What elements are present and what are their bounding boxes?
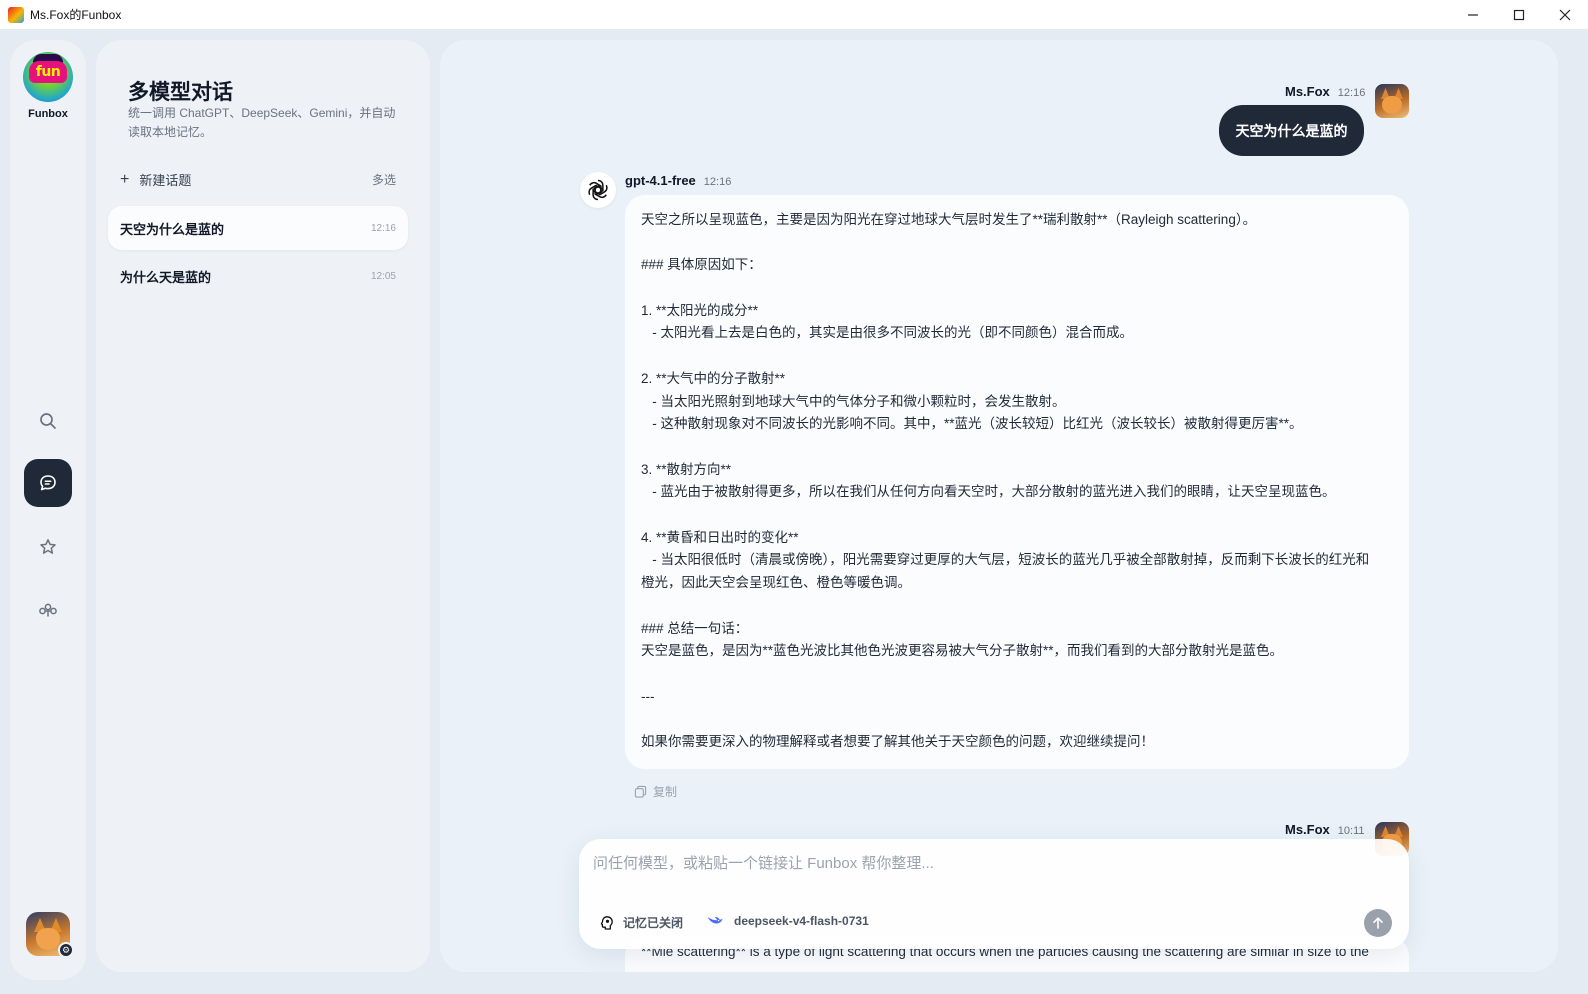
message-line	[641, 436, 1393, 459]
model-selector[interactable]: deepseek-v4-flash-0731	[706, 914, 869, 928]
multi-select-button[interactable]: 多选	[372, 171, 396, 188]
bot-message-bubble: 天空之所以呈现蓝色，主要是因为阳光在穿过地球大气层时发生了**瑞利散射**（Ra…	[625, 195, 1409, 769]
copy-label: 复制	[653, 785, 678, 799]
chat-nav-button[interactable]	[24, 459, 72, 507]
maximize-icon	[1513, 9, 1525, 21]
message-line: - 当太阳很低时（清晨或傍晚），阳光需要穿过更厚的大气层，短波长的蓝光几乎被全部…	[641, 552, 1370, 568]
window-title: Ms.Fox的Funbox	[30, 8, 122, 22]
message-line	[641, 232, 1393, 255]
message-line: - 当太阳光照射到地球大气中的气体分子和微小颗粒时，会发生散射。	[641, 393, 1066, 409]
minimize-button[interactable]	[1450, 0, 1496, 30]
conversation-time: 12:05	[370, 270, 396, 282]
model-name: gpt-4.1-free	[625, 173, 696, 188]
new-topic-button[interactable]: + 新建话题	[120, 170, 191, 189]
node-graph-icon	[39, 603, 57, 617]
minimize-icon	[1468, 14, 1478, 16]
user-avatar	[1375, 84, 1409, 118]
message-line: 4. **黄昏和日出时的变化**	[641, 529, 799, 545]
message-line	[641, 708, 1393, 731]
workflow-button[interactable]	[24, 587, 72, 635]
message-line: ---	[641, 688, 655, 704]
message-line	[641, 595, 1393, 618]
nav-rail: fun Funbox ⚙	[10, 40, 86, 980]
settings-gear-icon[interactable]: ⚙	[58, 942, 74, 958]
send-button[interactable]	[1364, 909, 1392, 937]
chat-panel: Ms.Fox 12:16 天空为什么是蓝的 gpt-4.1-free 12:16…	[440, 40, 1558, 972]
avatar-face	[1382, 96, 1402, 114]
deepseek-whale-icon	[707, 917, 723, 924]
message-input[interactable]	[593, 851, 1193, 875]
conversation-sidebar: 多模型对话 统一调用 ChatGPT、DeepSeek、Gemini，并自动读取…	[96, 40, 430, 972]
search-icon	[40, 413, 56, 429]
page-title: 多模型对话	[128, 81, 233, 104]
favorites-button[interactable]	[24, 523, 72, 571]
message-composer: 记忆已关闭 deepseek-v4-flash-0731	[579, 839, 1409, 949]
message-line: ### 总结一句话：	[641, 620, 749, 636]
user-message-header: Ms.Fox 12:16	[1285, 84, 1365, 99]
window-controls	[1450, 0, 1588, 30]
message-line	[641, 277, 1393, 300]
copy-button[interactable]: 复制	[634, 783, 677, 800]
title-bar: Ms.Fox的Funbox	[0, 0, 1588, 30]
new-topic-label: 新建话题	[139, 173, 192, 188]
conversation-item[interactable]: 为什么天是蓝的 12:05	[108, 254, 408, 298]
chat-bubble-icon	[40, 475, 56, 491]
message-line: - 这种散射现象对不同波长的光影响不同。其中，**蓝光（波长较短）比红光（波长较…	[641, 416, 1303, 432]
message-line: - 蓝光由于被散射得更多，所以在我们从任何方向看天空时，大部分散射的蓝光进入我们…	[641, 484, 1336, 500]
copy-icon	[634, 785, 647, 798]
user-message-bubble: 天空为什么是蓝的	[1219, 105, 1364, 156]
close-button[interactable]	[1542, 0, 1588, 30]
message-line	[641, 504, 1393, 527]
message-line: - 太阳光看上去是白色的，其实是由很多不同波长的光（即不同颜色）混合而成。	[641, 325, 1134, 341]
memory-label: 记忆已关闭	[623, 916, 684, 930]
brain-head-icon	[600, 915, 613, 930]
conversation-title: 天空为什么是蓝的	[120, 221, 225, 237]
conversation-title: 为什么天是蓝的	[120, 269, 212, 285]
app-icon	[8, 6, 24, 23]
message-line: 天空之所以呈现蓝色，主要是因为阳光在穿过地球大气层时发生了**瑞利散射**（Ra…	[641, 212, 1257, 227]
message-line: 1. **太阳光的成分**	[641, 302, 759, 318]
message-time: 12:16	[1337, 87, 1366, 99]
message-line: 2. **大气中的分子散射**	[641, 370, 786, 386]
message-line: 橙光，因此天空会呈现红色、橙色等暖色调。	[641, 575, 911, 591]
model-label: deepseek-v4-flash-0731	[734, 914, 869, 928]
message-line: 3. **散射方向**	[641, 461, 732, 477]
conversation-time: 12:16	[370, 222, 396, 234]
arrow-up-icon	[1373, 917, 1383, 929]
plus-icon: +	[120, 170, 130, 188]
funbox-logo[interactable]: fun	[23, 52, 73, 102]
logo-text: fun	[29, 61, 67, 83]
memory-toggle[interactable]: 记忆已关闭	[599, 914, 683, 931]
page-subtitle: 统一调用 ChatGPT、DeepSeek、Gemini，并自动读取本地记忆。	[128, 106, 396, 139]
close-icon	[1559, 9, 1571, 21]
bot-avatar	[580, 172, 616, 208]
maximize-button[interactable]	[1496, 0, 1542, 30]
user-message-header: Ms.Fox 10:11	[1285, 822, 1365, 837]
app-name-label: Funbox	[28, 108, 68, 120]
conversation-item[interactable]: 天空为什么是蓝的 12:16	[108, 206, 408, 250]
star-icon	[40, 539, 56, 554]
message-time: 12:16	[703, 176, 732, 188]
message-line: 如果你需要更深入的物理解释或者想要了解其他关于天空颜色的问题，欢迎继续提问！	[641, 734, 1154, 750]
bot-message-header: gpt-4.1-free 12:16	[625, 173, 731, 188]
openai-logo-icon	[588, 179, 608, 201]
message-line	[641, 663, 1393, 686]
user-name: Ms.Fox	[1285, 84, 1330, 99]
message-line	[641, 345, 1393, 368]
message-time: 10:11	[1337, 825, 1365, 837]
search-button[interactable]	[24, 397, 72, 445]
message-line: 天空是蓝色，是因为**蓝色光波比其他色光波更容易被大气分子散射**，而我们看到的…	[641, 643, 1284, 659]
message-line: ### 具体原因如下：	[641, 257, 762, 273]
user-name: Ms.Fox	[1285, 822, 1330, 837]
avatar-face	[36, 928, 60, 950]
